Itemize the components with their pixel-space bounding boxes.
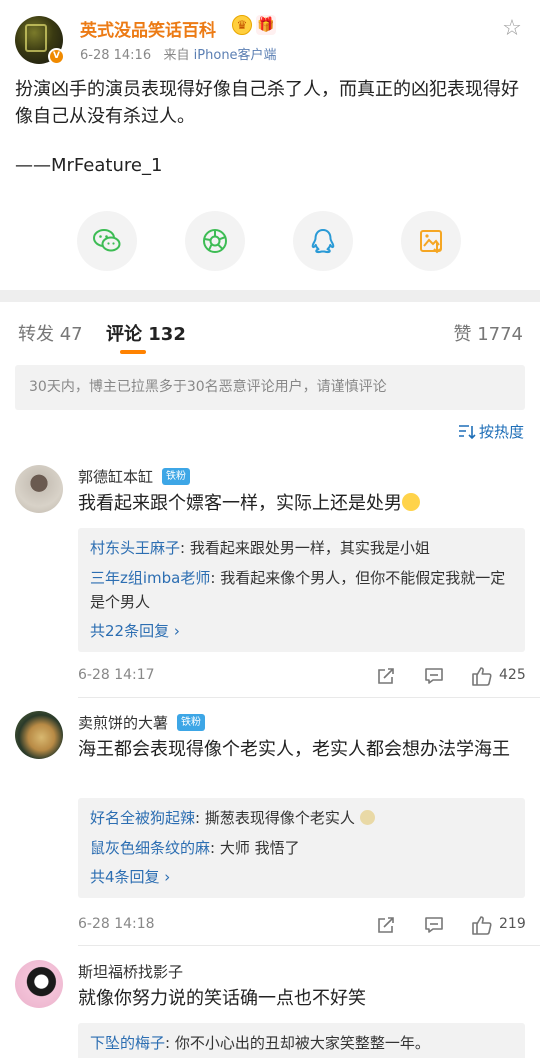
thumbs-up-icon (472, 916, 492, 935)
tab-likes[interactable]: 赞 1774 (453, 320, 523, 346)
reply-box[interactable]: 好名全被狗起辣: 撕葱表现得像个老实人 鼠灰色细条纹的麻: 大师 我悟了 共4条… (78, 798, 525, 898)
post-source-prefix: 来自 (163, 48, 190, 63)
repost-comment-button[interactable] (375, 665, 397, 687)
reply-item: 鼠灰色细条纹的麻: 大师 我悟了 (90, 839, 300, 857)
commenter-name[interactable]: 郭德缸本缸 (78, 466, 153, 487)
like-count: 219 (499, 916, 526, 932)
verified-badge-icon: V (48, 48, 65, 65)
sort-by-hot-button[interactable]: 按热度 (458, 421, 524, 442)
comment-bubble-icon (425, 917, 443, 933)
like-comment-button[interactable] (471, 914, 493, 936)
comment-bubble-icon (425, 668, 443, 684)
comment-footer: 6-28 14:18 219 (78, 914, 526, 936)
post-text: 扮演凶手的演员表现得好像自己杀了人，而真正的凶犯表现得好像自己从没有杀过人。 (15, 79, 519, 127)
tab-comments[interactable]: 评论 132 (106, 320, 186, 346)
post-meta: 6-28 14:16 来自 iPhone客户端 (80, 44, 277, 63)
share-row (77, 211, 463, 271)
comment-text-content: 我看起来跟个嫖客一样，实际上还是处男 (78, 493, 402, 514)
post-header: V 英式没品笑话百科 ♛ 🎁 6-28 14:16 来自 iPhone客户端 ☆ (15, 12, 525, 68)
wechat-icon (93, 229, 121, 252)
commenter-name[interactable]: 卖煎饼的大薯 (78, 712, 168, 733)
cake-emoji-icon (359, 810, 375, 825)
reply-item: 好名全被狗起辣: 撕葱表现得像个老实人 (90, 806, 513, 830)
reply-author[interactable]: 下坠的梅子 (90, 1034, 165, 1052)
post-tabs: 转发 47 评论 132 赞 1774 (0, 302, 540, 354)
reply-text: 大师 我悟了 (219, 839, 300, 857)
moments-icon (203, 229, 227, 253)
reply-box[interactable]: 下坠的梅子: 你不小心出的丑却被大家笑整整一年。 (78, 1023, 525, 1058)
comment-footer: 6-28 14:17 425 (78, 665, 526, 687)
reply-text: 我看起来跟处男一样，其实我是小姐 (189, 539, 430, 557)
commenter-avatar[interactable] (15, 960, 63, 1008)
author-badges: ♛ 🎁 (232, 15, 276, 35)
reply-item: 下坠的梅子: 你不小心出的丑却被大家笑整整一年。 (90, 1034, 430, 1052)
reply-author[interactable]: 村东头王麻子 (90, 539, 180, 557)
reply-author[interactable]: 好名全被狗起辣 (90, 809, 195, 827)
like-count: 425 (499, 667, 526, 683)
post-signature: ——MrFeature_1 (15, 155, 163, 176)
save-image-button[interactable] (401, 211, 461, 271)
share-wechat-button[interactable] (77, 211, 137, 271)
reply-text: 你不小心出的丑却被大家笑整整一年。 (174, 1034, 430, 1052)
sad-emoji-icon (402, 493, 420, 511)
reply-author[interactable]: 鼠灰色细条纹的麻 (90, 839, 210, 857)
comment-time: 6-28 14:18 (78, 916, 155, 932)
active-tab-indicator (120, 350, 146, 354)
reply-author[interactable]: 三年z组imba老师 (90, 569, 210, 587)
fan-badge: 铁粉 (177, 714, 205, 731)
post-source[interactable]: iPhone客户端 (194, 48, 277, 63)
reply-box[interactable]: 村东头王麻子: 我看起来跟处男一样，其实我是小姐 三年z组imba老师: 我看起… (78, 528, 525, 652)
reply-item: 三年z组imba老师: 我看起来像个男人，但你不能假定我就一定是个男人 (90, 569, 506, 611)
like-comment-button[interactable] (471, 665, 493, 687)
tab-reposts[interactable]: 转发 47 (18, 320, 83, 346)
reply-comment-button[interactable] (423, 914, 445, 936)
author-name[interactable]: 英式没品笑话百科 (80, 16, 216, 41)
share-square-icon (378, 668, 394, 684)
favorite-star-icon[interactable]: ☆ (501, 18, 523, 40)
comment-divider (78, 697, 540, 698)
save-image-icon (420, 230, 442, 254)
comment-notice: 30天内，博主已拉黑多于30名恶意评论用户，请谨慎评论 (15, 365, 525, 410)
share-qq-button[interactable] (293, 211, 353, 271)
repost-comment-button[interactable] (375, 914, 397, 936)
reply-comment-button[interactable] (423, 665, 445, 687)
more-replies-link[interactable]: 共4条回复 › (90, 866, 513, 898)
fan-badge: 铁粉 (162, 468, 190, 485)
comment-divider (78, 945, 540, 946)
commenter-name[interactable]: 斯坦福桥找影子 (78, 961, 183, 982)
more-replies-link[interactable]: 共22条回复 › (90, 620, 513, 652)
section-divider (0, 290, 540, 302)
comment-text: 海王都会表现得像个老实人，老实人都会想办法学海王 (78, 739, 510, 760)
sort-icon (458, 424, 476, 439)
gift-badge-icon: 🎁 (256, 15, 276, 35)
crown-badge-icon: ♛ (232, 15, 252, 35)
share-square-icon (378, 917, 394, 933)
reply-text: 撕葱表现得像个老实人 (204, 809, 355, 827)
reply-item: 村东头王麻子: 我看起来跟处男一样，其实我是小姐 (90, 539, 430, 557)
thumbs-up-icon (472, 667, 492, 686)
sort-label: 按热度 (478, 423, 524, 441)
commenter-avatar[interactable] (15, 711, 63, 759)
comment-time: 6-28 14:17 (78, 667, 155, 683)
comment-text: 就像你努力说的笑话确一点也不好笑 (78, 988, 366, 1009)
post-time: 6-28 14:16 (80, 48, 152, 63)
comment-text: 我看起来跟个嫖客一样，实际上还是处男 (78, 490, 524, 517)
share-moments-button[interactable] (185, 211, 245, 271)
qq-icon (311, 229, 335, 254)
commenter-avatar[interactable] (15, 465, 63, 513)
